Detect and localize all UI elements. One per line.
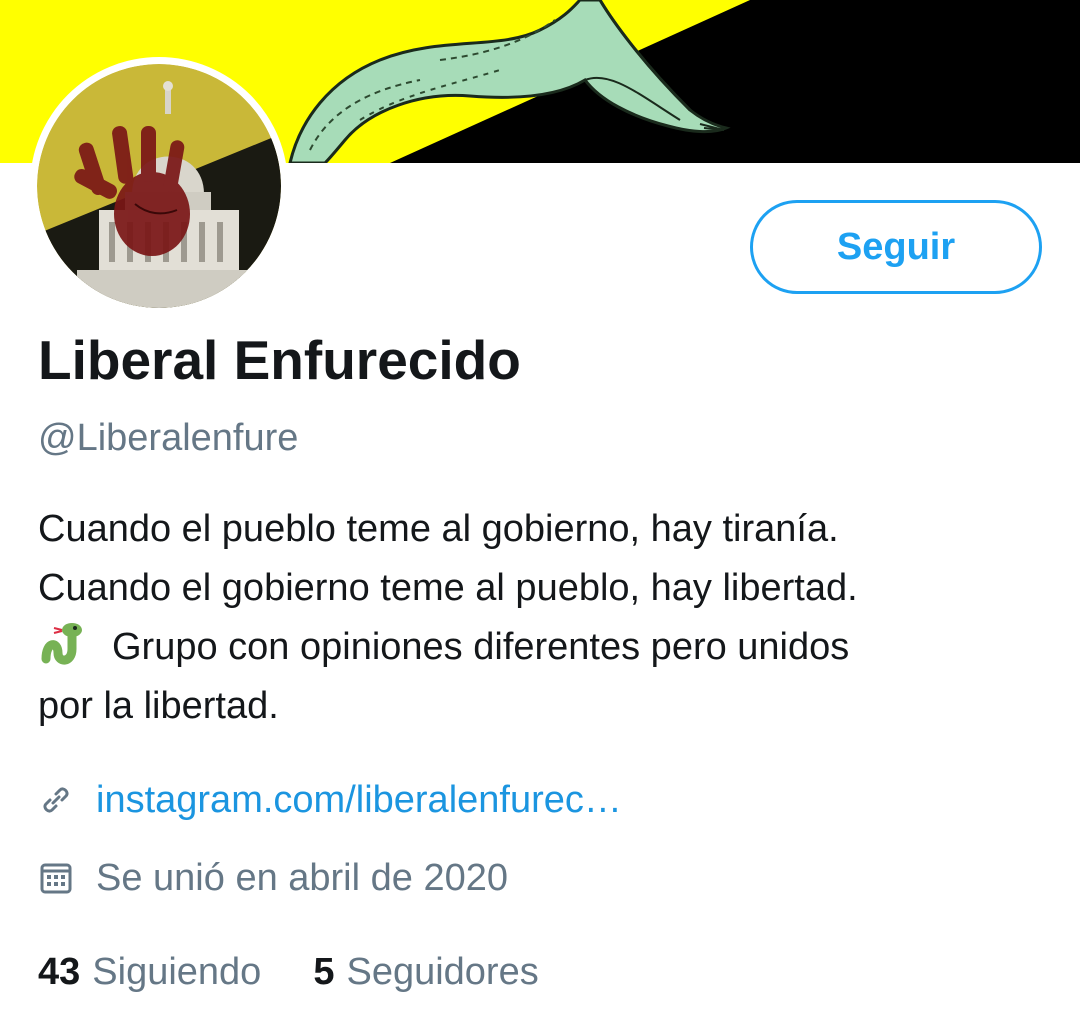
following-stat[interactable]: 43 Siguiendo — [38, 944, 261, 1000]
profile-stats: 43 Siguiendo 5 Seguidores — [38, 944, 539, 1000]
following-count: 43 — [38, 951, 81, 993]
profile-bio: Cuando el pueblo teme al gobierno, hay t… — [38, 500, 1048, 736]
follow-button[interactable]: Seguir — [750, 200, 1042, 294]
followers-label: Seguidores — [346, 951, 539, 993]
profile-website-row: instagram.com/liberalenfurec… — [38, 772, 622, 828]
profile-avatar[interactable] — [30, 57, 288, 315]
profile-display-name: Liberal Enfurecido — [38, 329, 521, 391]
bio-line: por la libertad. — [38, 685, 279, 727]
snake-emoji-icon — [38, 619, 88, 669]
profile-joined-row: Se unió en abril de 2020 — [38, 850, 508, 906]
profile-website-link[interactable]: instagram.com/liberalenfurec… — [96, 772, 622, 828]
bio-line: Grupo con opiniones diferentes pero unid… — [38, 618, 1048, 677]
bio-line: Cuando el pueblo teme al gobierno, hay t… — [38, 508, 839, 550]
link-icon — [38, 782, 74, 818]
bio-line: Cuando el gobierno teme al pueblo, hay l… — [38, 567, 858, 609]
followers-stat[interactable]: 5 Seguidores — [313, 944, 538, 1000]
followers-count: 5 — [313, 951, 335, 993]
profile-joined-date: Se unió en abril de 2020 — [96, 857, 508, 899]
avatar-image — [37, 64, 281, 308]
calendar-icon — [38, 860, 74, 896]
following-label: Siguiendo — [92, 951, 262, 993]
bio-text: Grupo con opiniones diferentes pero unid… — [112, 626, 850, 668]
profile-handle: @Liberalenfure — [38, 417, 299, 459]
